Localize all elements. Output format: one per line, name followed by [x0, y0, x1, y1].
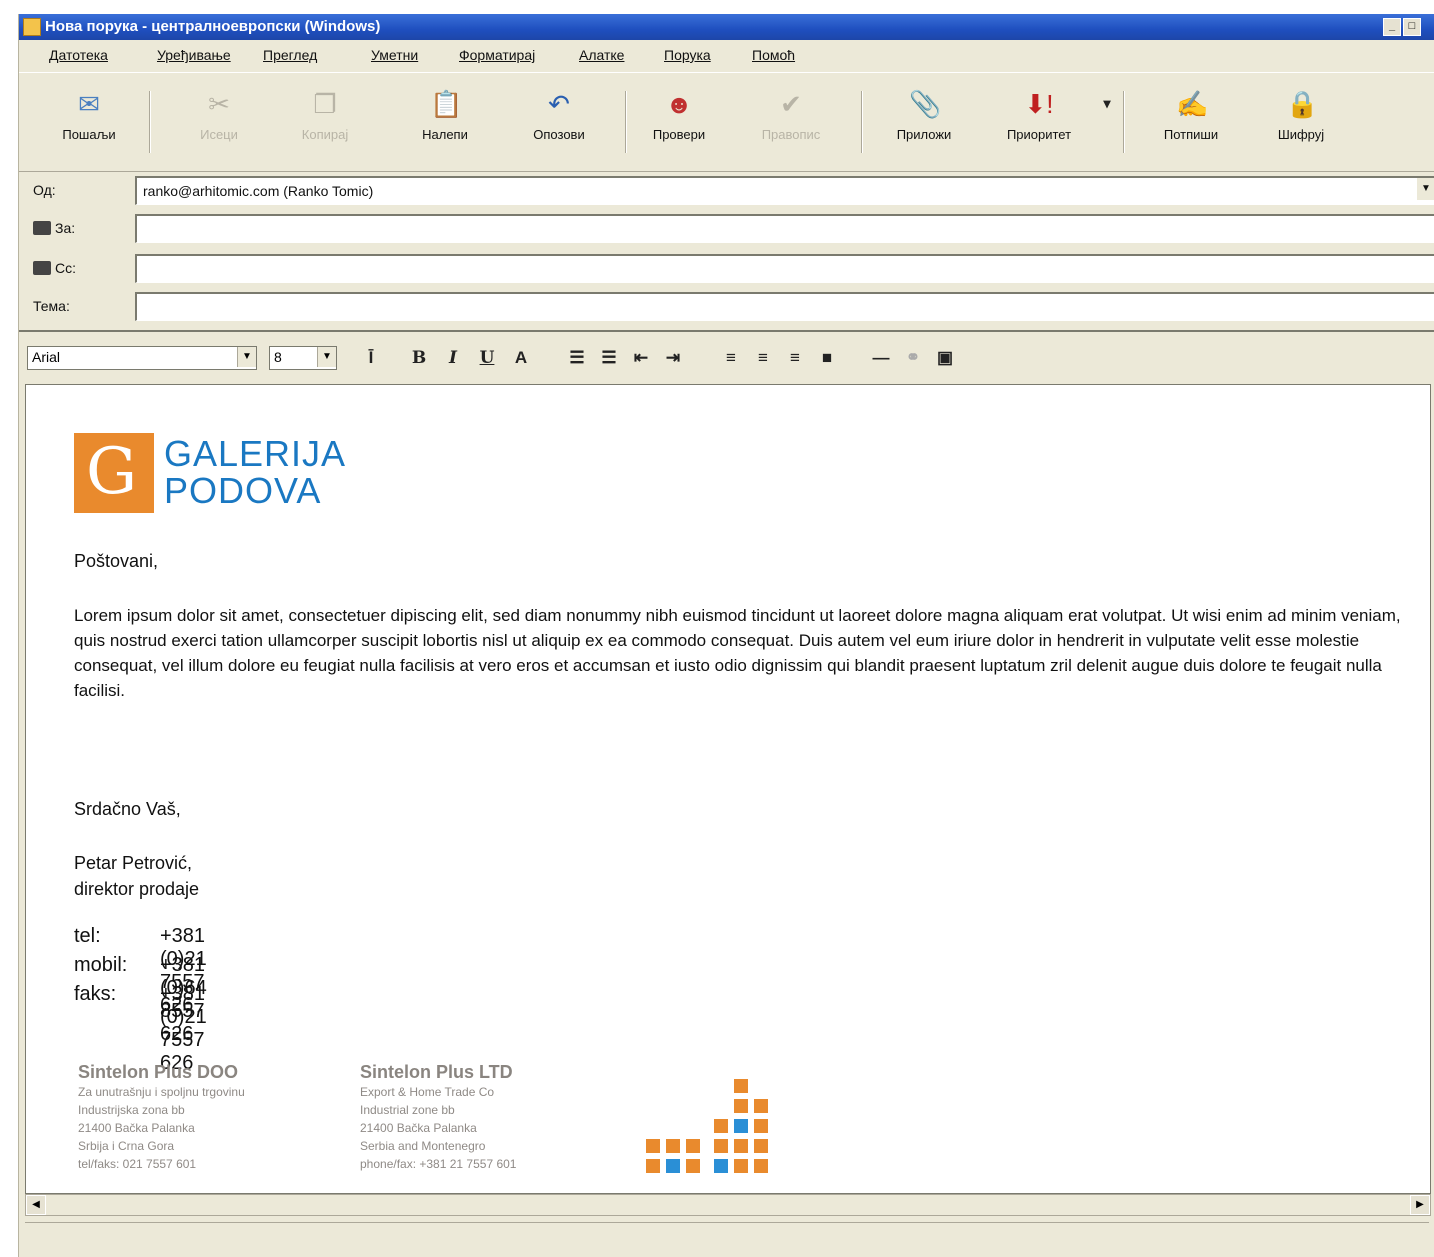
from-row: Од: ranko@arhitomic.com (Ranko Tomic) ▼	[19, 172, 1434, 208]
from-field[interactable]: ranko@arhitomic.com (Ranko Tomic) ▼	[135, 176, 1434, 205]
status-bar	[25, 1222, 1429, 1247]
menu-file[interactable]: Датотека	[49, 47, 108, 63]
menu-format[interactable]: Форматирај	[459, 47, 535, 63]
spelling-button[interactable]: ✔ Правопис	[741, 87, 841, 142]
toolbar-separator	[625, 91, 627, 153]
undo-button[interactable]: ↶ Опозови	[509, 87, 609, 142]
check-names-icon: ☻	[665, 89, 693, 119]
scissors-icon: ✂	[208, 89, 230, 119]
hyperlink-icon[interactable]: ⚭	[901, 346, 925, 370]
bold-icon[interactable]: B	[407, 346, 431, 370]
closing: Srdačno Vaš,	[74, 799, 181, 819]
cc-button[interactable]: Cc:	[33, 260, 76, 276]
insert-picture-icon[interactable]: ▣	[933, 346, 957, 370]
clipboard-icon: 📋	[430, 89, 463, 119]
format-toolbar: Arial ▼ 8 ▼ Ī B I U A ☰ ☰ ⇤ ⇥ ≡ ≡ ≡ ■ — …	[19, 330, 1434, 386]
menu-help[interactable]: Помоћ	[752, 47, 795, 63]
sign-button[interactable]: ✍ Потпиши	[1141, 87, 1241, 142]
body-paragraph: Lorem ipsum dolor sit amet, consectetuer…	[74, 606, 1401, 700]
chevron-down-icon: ▼	[237, 347, 256, 367]
chevron-down-icon: ▼	[317, 347, 336, 367]
encrypt-button[interactable]: 🔒 Шифруј	[1251, 87, 1351, 142]
company-ltd: Sintelon Plus LTD Export & Home Trade Co…	[360, 1062, 517, 1171]
galerija-podova-logo-icon: G	[74, 433, 154, 513]
paste-button[interactable]: 📋 Налепи	[395, 87, 495, 142]
send-icon: ✉	[78, 89, 100, 119]
to-field[interactable]	[135, 214, 1434, 243]
attach-button[interactable]: 📎 Приложи	[874, 87, 974, 142]
font-color-icon[interactable]: A	[509, 346, 533, 370]
address-book-icon	[33, 261, 51, 275]
subject-row: Тема:	[19, 288, 1434, 324]
spelling-icon: ✔	[780, 89, 802, 119]
horizontal-scrollbar[interactable]: ◀ ▶	[25, 1194, 1431, 1216]
toolbar: ✉ Пошаљи ✂ Исеци ❐ Копирај 📋 Налепи ↶ Оп…	[19, 72, 1434, 172]
cc-field[interactable]	[135, 254, 1434, 283]
greeting: Poštovani,	[74, 551, 159, 571]
window-title: Нова порука - централноевропски (Windows…	[45, 18, 381, 35]
sintelon-tile-logo-icon	[646, 1079, 776, 1185]
underline-icon[interactable]: U	[475, 346, 499, 370]
to-button[interactable]: За:	[33, 220, 75, 236]
align-center-icon[interactable]: ≡	[751, 346, 775, 370]
from-dropdown-icon[interactable]: ▼	[1417, 178, 1434, 200]
check-names-button[interactable]: ☻ Провери	[629, 87, 729, 142]
menu-insert[interactable]: Уметни	[371, 47, 418, 63]
menu-view[interactable]: Преглед	[263, 47, 317, 63]
priority-dropdown-icon[interactable]: ▾	[1095, 91, 1119, 115]
from-label: Од:	[33, 182, 56, 198]
new-message-icon	[23, 18, 41, 36]
cut-button[interactable]: ✂ Исеци	[169, 87, 269, 142]
message-body[interactable]: G GALERIJA PODOVA Poštovani, Lorem ipsum…	[25, 384, 1431, 1194]
cc-row: Cc:	[19, 250, 1434, 286]
sender-role: direktor prodaje	[74, 879, 200, 899]
undo-icon: ↶	[548, 89, 570, 119]
sign-icon: ✍	[1176, 89, 1209, 119]
decrease-indent-icon[interactable]: ⇤	[629, 346, 653, 370]
justify-icon[interactable]: ■	[815, 346, 839, 370]
subject-field[interactable]	[135, 292, 1434, 321]
minimize-button[interactable]: _	[1383, 18, 1401, 36]
increase-indent-icon[interactable]: ⇥	[661, 346, 685, 370]
title-bar: Нова порука - централноевропски (Windows…	[19, 14, 1434, 40]
font-size-select[interactable]: 8 ▼	[269, 346, 337, 370]
send-button[interactable]: ✉ Пошаљи	[39, 87, 139, 142]
menu-message[interactable]: Порука	[664, 47, 711, 63]
numbered-list-icon[interactable]: ☰	[565, 346, 589, 370]
menu-bar: Датотека Уређивање Преглед Уметни Формат…	[19, 40, 1434, 70]
align-left-icon[interactable]: ≡	[719, 346, 743, 370]
menu-edit[interactable]: Уређивање	[157, 47, 231, 63]
bullet-list-icon[interactable]: ☰	[597, 346, 621, 370]
lock-icon: 🔒	[1286, 89, 1319, 119]
address-book-icon	[33, 221, 51, 235]
paperclip-icon: 📎	[909, 89, 942, 119]
copy-button[interactable]: ❐ Копирај	[275, 87, 375, 142]
copy-icon: ❐	[313, 89, 337, 119]
toolbar-separator	[149, 91, 151, 153]
horizontal-line-icon[interactable]: —	[869, 346, 893, 370]
paragraph-style-icon[interactable]: Ī	[359, 346, 383, 370]
maximize-button[interactable]: □	[1403, 18, 1421, 36]
toolbar-separator	[1123, 91, 1125, 153]
toolbar-separator	[861, 91, 863, 153]
align-right-icon[interactable]: ≡	[783, 346, 807, 370]
company-doo: Sintelon Plus DOO Za unutrašnju i spoljn…	[78, 1062, 245, 1171]
scroll-right-icon[interactable]: ▶	[1410, 1195, 1430, 1215]
italic-icon[interactable]: I	[441, 346, 465, 370]
priority-button[interactable]: ⬇! Приоритет	[989, 87, 1089, 142]
subject-label: Тема:	[33, 298, 70, 314]
sender-name: Petar Petrović,	[74, 853, 193, 873]
from-value: ranko@arhitomic.com (Ranko Tomic)	[143, 183, 374, 199]
font-select[interactable]: Arial ▼	[27, 346, 257, 370]
compose-window: Нова порука - централноевропски (Windows…	[18, 14, 1434, 1257]
priority-icon: ⬇!	[1024, 89, 1054, 119]
menu-tools[interactable]: Алатке	[579, 47, 624, 63]
logo-text: GALERIJA PODOVA	[164, 433, 347, 511]
to-row: За:	[19, 210, 1434, 246]
scroll-left-icon[interactable]: ◀	[26, 1195, 46, 1215]
